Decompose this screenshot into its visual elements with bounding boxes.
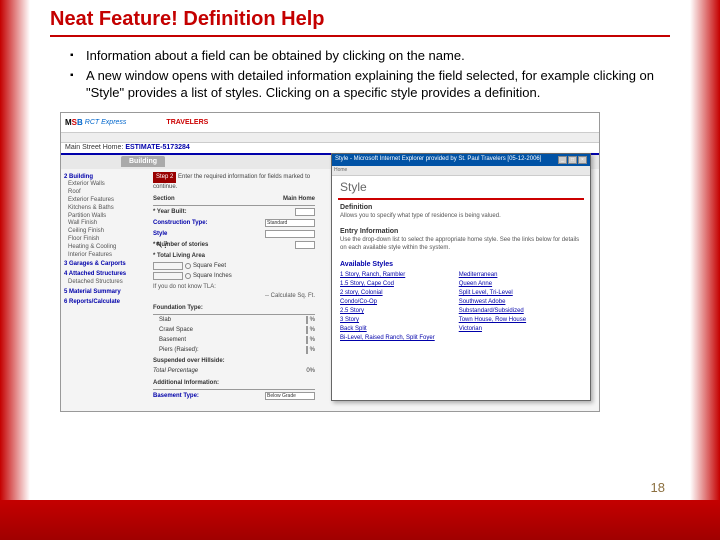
sidebar-group-garages[interactable]: 3 Garages & Carports <box>64 261 146 269</box>
basement-type-select[interactable]: Below Grade <box>265 392 315 400</box>
tla-label[interactable]: * Total Living Area <box>153 252 205 261</box>
style-label[interactable]: Style <box>153 230 167 239</box>
sidebar: 2 Building Exterior Walls Roof Exterior … <box>61 169 149 411</box>
sqft-label: Square Feet <box>193 262 226 271</box>
msb-logo: MSB <box>65 118 83 127</box>
year-built-label[interactable]: * Year Built: <box>153 208 187 217</box>
calc-tla-label: If you do not know TLA: <box>153 283 315 292</box>
definition-text: Allows you to specify what type of resid… <box>340 213 582 221</box>
embedded-screenshot: MSB RCT Express TRAVELERS Main Street Ho… <box>60 112 600 412</box>
style-link[interactable]: 3 Story <box>340 316 435 325</box>
sidebar-item[interactable]: Interior Features <box>68 252 146 260</box>
form-panel: Step 2 Enter the required information fo… <box>149 169 319 411</box>
sqin-radio[interactable] <box>185 273 191 279</box>
rct-logo: RCT Express <box>85 119 127 126</box>
style-link[interactable]: Southwest Adobe <box>459 298 526 307</box>
entry-info-title: Entry Information <box>340 228 582 235</box>
style-link[interactable]: Mediterranean <box>459 271 526 280</box>
sqin-label: Square Inches <box>193 272 232 281</box>
help-cursor-icon: ↖? <box>155 240 168 251</box>
bullet-list: Information about a field can be obtaine… <box>50 47 670 102</box>
additional-info-label: Additional Information: <box>153 379 315 390</box>
style-link[interactable]: Town House, Row House <box>459 316 526 325</box>
sidebar-item[interactable]: Partition Walls <box>68 213 146 221</box>
step-badge: Step 2 <box>153 172 176 183</box>
crawl-input[interactable] <box>306 326 308 334</box>
style-link[interactable]: 2 story, Colonial <box>340 289 435 298</box>
sidebar-item[interactable]: Ceiling Finish <box>68 228 146 236</box>
style-link[interactable]: Split Level, Tri-Level <box>459 289 526 298</box>
sidebar-item[interactable]: Wall Finish <box>68 220 146 228</box>
basement-type-label[interactable]: Basement Type: <box>153 392 199 401</box>
sidebar-item[interactable]: Exterior Features <box>68 197 146 205</box>
style-link[interactable]: Substandard/Subsidized <box>459 307 526 316</box>
piers-input[interactable] <box>306 346 308 354</box>
crawl-label: Crawl Space <box>159 326 193 335</box>
maximize-icon[interactable]: □ <box>568 156 577 164</box>
page-title: Neat Feature! Definition Help <box>50 8 324 31</box>
sqft-input[interactable] <box>153 262 183 270</box>
basement-label: Basement <box>159 336 186 345</box>
sidebar-item[interactable]: Detached Structures <box>68 279 146 287</box>
tab-building[interactable]: Building <box>121 156 165 167</box>
sidebar-group-attached[interactable]: 4 Attached Structures <box>64 271 146 279</box>
bullet-item: A new window opens with detailed informa… <box>70 67 670 102</box>
foundation-type-label[interactable]: Foundation Type: <box>153 304 315 315</box>
step-text: Enter the required information for field… <box>153 174 310 190</box>
close-icon[interactable]: × <box>578 156 587 164</box>
section-label: Section <box>153 196 175 202</box>
piers-label: Piers (Raised): <box>159 346 199 355</box>
construction-type-label[interactable]: Construction Type: <box>153 219 208 228</box>
year-built-input[interactable] <box>295 208 315 216</box>
definition-popup: Style - Microsoft Internet Explorer prov… <box>331 153 591 401</box>
sidebar-group-material[interactable]: 5 Material Summary <box>64 289 146 297</box>
bullet-item: Information about a field can be obtaine… <box>70 47 670 65</box>
style-link[interactable]: Victorian <box>459 325 526 334</box>
style-link[interactable]: Bi-Level, Raised Ranch, Split Foyer <box>340 334 435 343</box>
popup-heading: Style <box>332 176 590 198</box>
basement-input[interactable] <box>306 336 308 344</box>
style-link[interactable]: Queen Anne <box>459 280 526 289</box>
definition-title: Definition <box>340 204 582 211</box>
sqin-input[interactable] <box>153 272 183 280</box>
total-pct-label: Total Percentage <box>153 367 198 376</box>
sidebar-item[interactable]: Exterior Walls <box>68 181 146 189</box>
slab-input[interactable] <box>306 316 308 324</box>
style-link[interactable]: Back Split <box>340 325 435 334</box>
style-select[interactable] <box>265 230 315 238</box>
style-link[interactable]: 1 Story, Ranch, Rambler <box>340 271 435 280</box>
sidebar-item[interactable]: Floor Finish <box>68 236 146 244</box>
page-number: 18 <box>651 480 665 495</box>
sidebar-group-building[interactable]: 2 Building <box>64 174 146 182</box>
provider-logo: TRAVELERS <box>166 119 208 126</box>
suspended-label: Suspended over Hillside: <box>153 357 315 366</box>
total-pct-value: 0% <box>306 367 315 376</box>
style-link[interactable]: Condo/Co-Op <box>340 298 435 307</box>
entry-info-text: Use the drop-down list to select the app… <box>340 237 582 253</box>
popup-toolbar: Home <box>332 166 590 176</box>
construction-type-select[interactable]: Standard <box>265 219 315 227</box>
stories-input[interactable] <box>295 241 315 249</box>
style-link[interactable]: 1.5 Story, Cape Cod <box>340 280 435 289</box>
sidebar-group-reports[interactable]: 6 Reports/Calculate <box>64 299 146 307</box>
sidebar-item[interactable]: Kitchens & Baths <box>68 205 146 213</box>
available-styles-title: Available Styles <box>340 261 582 268</box>
style-link[interactable]: 2.5 Story <box>340 307 435 316</box>
main-home-label: Main Home <box>283 195 315 204</box>
sidebar-item[interactable]: Roof <box>68 189 146 197</box>
popup-window-title: Style - Microsoft Internet Explorer prov… <box>335 156 541 164</box>
sqft-radio[interactable] <box>185 263 191 269</box>
slab-label: Slab <box>159 316 171 325</box>
sidebar-item[interactable]: Heating & Cooling <box>68 244 146 252</box>
calc-tla-button[interactable]: -- Calculate Sq. Ft. <box>153 292 315 301</box>
minimize-icon[interactable]: _ <box>558 156 567 164</box>
